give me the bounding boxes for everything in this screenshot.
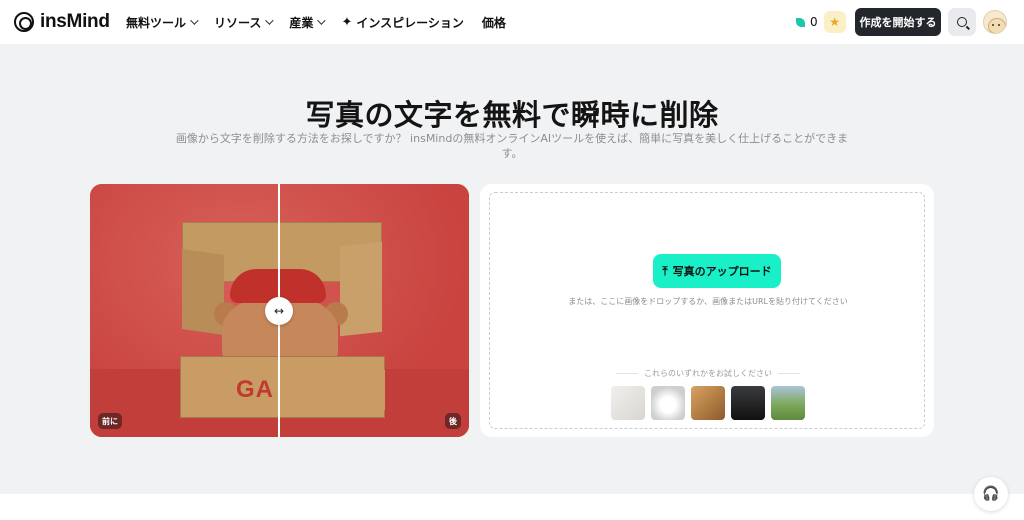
sample-cafe[interactable] <box>691 386 725 420</box>
start-creating-button[interactable]: 作成を開始する <box>855 8 941 36</box>
drag-handle-icon[interactable]: ↔ <box>265 297 293 325</box>
credit-count: 0 <box>790 15 824 29</box>
before-after-image[interactable]: GA ↔ 前に 後 <box>90 184 469 437</box>
sample-handwriting[interactable] <box>611 386 645 420</box>
menu-inspiration-label: インスピレーション <box>356 15 464 30</box>
sample-images <box>611 386 805 420</box>
sample-tshirt[interactable] <box>651 386 685 420</box>
drop-hint: または、ここに画像をドロップするか、画像またはURLを貼り付けてください <box>568 297 848 306</box>
box-text: GA <box>236 376 274 403</box>
logo-icon <box>14 12 34 32</box>
footer-band <box>0 494 1024 520</box>
sparkle-icon: ✦ <box>341 14 353 30</box>
chevron-down-icon <box>317 16 327 25</box>
logo[interactable]: insMind <box>14 11 110 33</box>
upload-photo-button[interactable]: ⤒ 写真のアップロード <box>653 254 781 288</box>
menu-free-tools[interactable]: 無料ツール <box>126 14 199 31</box>
upload-button-label: 写真のアップロード <box>672 265 772 278</box>
menu-resources-label: リソース <box>214 15 262 30</box>
leaf-icon <box>796 17 805 27</box>
credit-count-value: 0 <box>810 15 818 29</box>
after-label: 後 <box>445 413 461 429</box>
credits-display[interactable]: 0 ★ <box>790 10 846 34</box>
box-flap-right <box>340 241 382 337</box>
support-headset-icon[interactable]: 🎧 <box>974 477 1008 511</box>
try-samples-label: これらのいずれかをお試しください <box>610 368 806 379</box>
menu-industry[interactable]: 産業 <box>289 14 327 31</box>
divider-line <box>778 373 800 374</box>
try-samples-text: これらのいずれかをお試しください <box>644 369 772 378</box>
search-button[interactable] <box>948 8 976 36</box>
menu-industry-label: 産業 <box>289 15 314 30</box>
main-menu: 無料ツール リソース 産業 ✦ インスピレーション 価格 <box>126 0 506 44</box>
star-icon[interactable]: ★ <box>823 11 846 33</box>
menu-free-tools-label: 無料ツール <box>126 15 187 30</box>
logo-text: insMind <box>40 11 110 32</box>
upload-icon: ⤒ <box>662 263 668 278</box>
before-label: 前に <box>98 413 122 429</box>
chevron-down-icon <box>265 16 275 25</box>
divider-line <box>616 373 638 374</box>
upload-card: ⤒ 写真のアップロード または、ここに画像をドロップするか、画像またはURLを貼… <box>480 184 934 437</box>
page-title: 写真の文字を無料で瞬時に削除 <box>305 98 719 132</box>
top-nav: insMind 無料ツール リソース 産業 ✦ インスピレーション 価格 0 ★… <box>0 0 1024 44</box>
search-icon <box>957 17 967 27</box>
menu-pricing[interactable]: 価格 <box>482 14 506 31</box>
menu-resources[interactable]: リソース <box>214 14 275 31</box>
sample-field[interactable] <box>771 386 805 420</box>
menu-pricing-label: 価格 <box>481 15 506 30</box>
menu-inspiration[interactable]: ✦ インスピレーション <box>341 14 463 31</box>
avatar[interactable] <box>983 10 1007 34</box>
sample-laptop[interactable] <box>731 386 765 420</box>
text-removed-area <box>280 370 385 410</box>
page-subtitle: 画像から文字を削除する方法をお探しですか？ insMindの無料オンラインAIツ… <box>175 132 849 160</box>
drop-zone[interactable]: ⤒ 写真のアップロード または、ここに画像をドロップするか、画像またはURLを貼… <box>489 192 925 429</box>
chevron-down-icon <box>190 16 199 25</box>
